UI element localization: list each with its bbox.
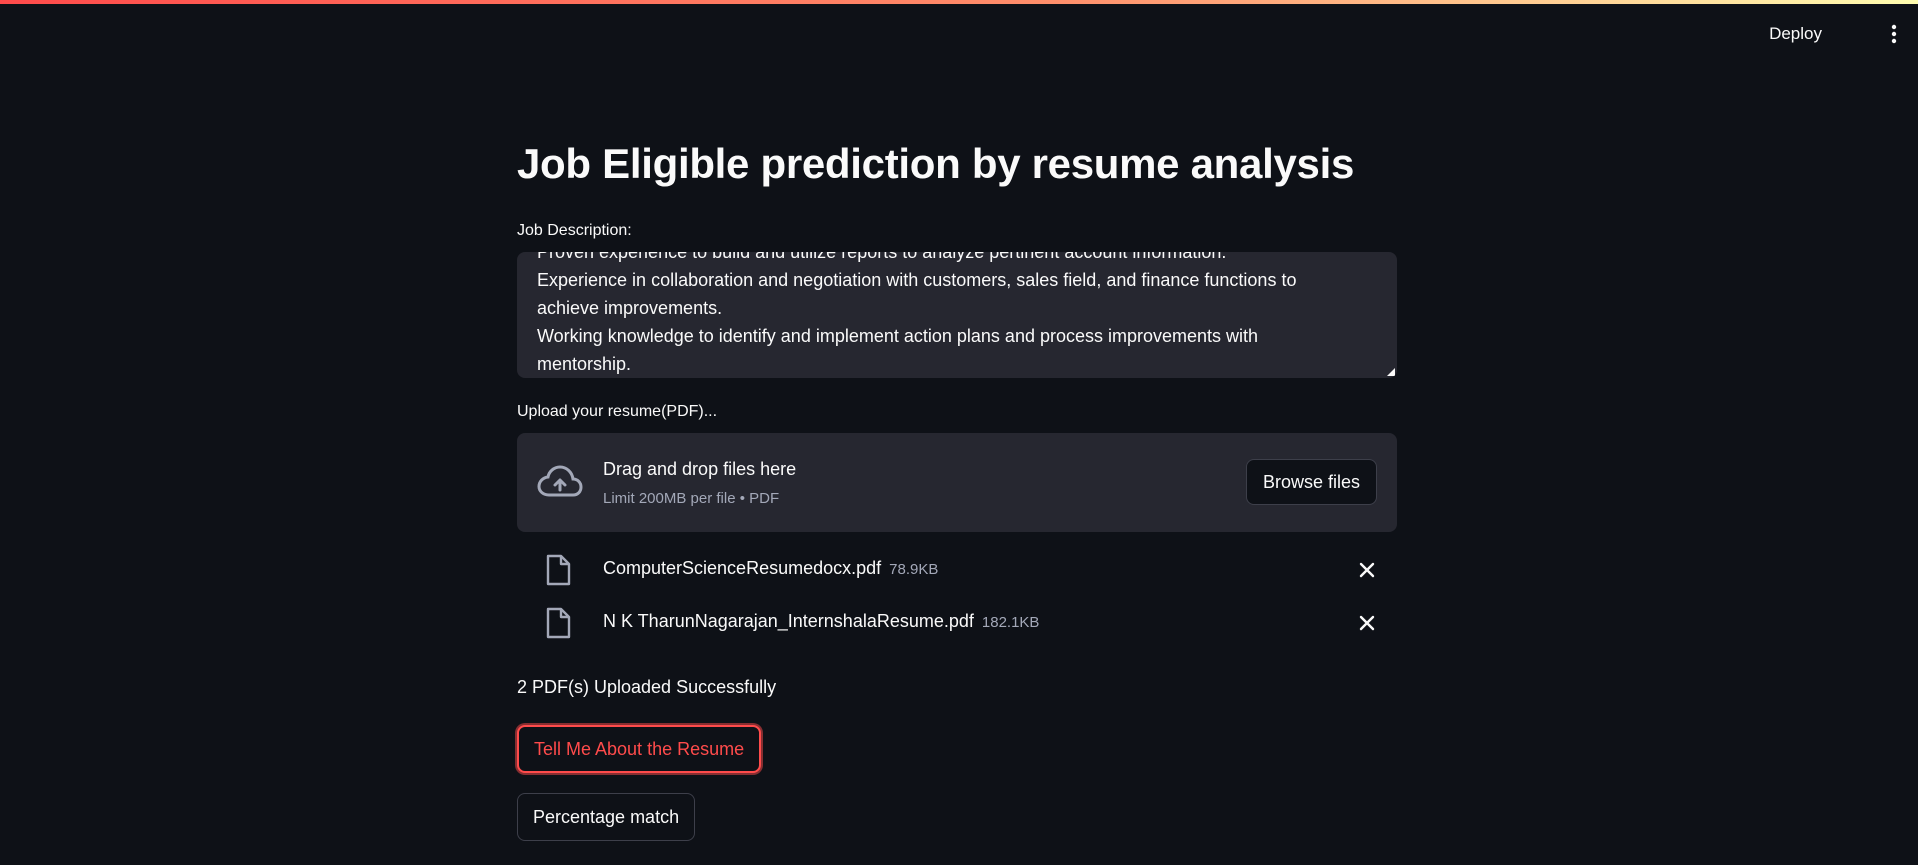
tell-me-about-resume-button[interactable]: Tell Me About the Resume [517, 725, 762, 773]
job-description-textarea[interactable]: Proven experience to build and utilize r… [517, 252, 1397, 378]
page-title: Job Eligible prediction by resume analys… [517, 140, 1354, 187]
vertical-ellipsis-icon [1891, 24, 1897, 44]
file-icon [546, 607, 571, 639]
file-name: ComputerScienceResumedocx.pdf [603, 558, 882, 578]
file-size: 182.1KB [981, 614, 1040, 631]
deploy-button[interactable]: Deploy [1761, 20, 1830, 48]
upload-status-message: 2 PDF(s) Uploaded Successfully [517, 677, 777, 697]
main-menu-button[interactable] [1880, 20, 1908, 48]
job-description-text[interactable]: Proven experience to build and utilize r… [537, 252, 1357, 378]
cloud-upload-icon [537, 465, 583, 497]
remove-file-icon[interactable] [1357, 613, 1377, 633]
file-name: N K TharunNagarajan_InternshalaResume.pd… [603, 611, 974, 631]
uploaded-file-row: N K TharunNagarajan_InternshalaResume.pd… [517, 605, 1397, 641]
dropzone-title: Drag and drop files here [603, 459, 797, 479]
file-dropzone[interactable]: Drag and drop files here Limit 200MB per… [517, 433, 1397, 532]
job-description-label: Job Description: [517, 222, 632, 239]
percentage-match-button[interactable]: Percentage match [517, 793, 696, 841]
uploaded-file-row: ComputerScienceResumedocx.pdf 78.9KB [517, 552, 1397, 588]
resize-handle-icon[interactable] [1387, 368, 1395, 376]
file-icon [546, 554, 571, 586]
dropzone-limit: Limit 200MB per file • PDF [603, 490, 780, 507]
app-header: Deploy [0, 0, 1918, 68]
file-size: 78.9KB [889, 561, 939, 578]
resume-upload-label: Upload your resume(PDF)... [517, 403, 718, 420]
browse-files-button[interactable]: Browse files [1245, 459, 1377, 505]
remove-file-icon[interactable] [1357, 560, 1377, 580]
